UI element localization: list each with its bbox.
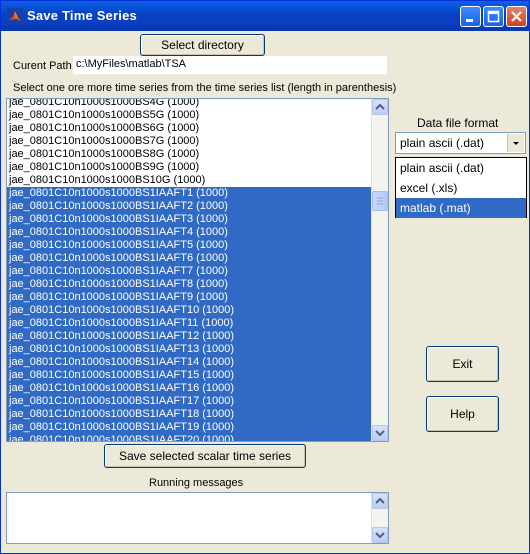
list-item[interactable]: jae_0801C10n1000s1000BS8G (1000) (7, 148, 373, 161)
select-directory-button[interactable]: Select directory (140, 34, 265, 56)
list-item[interactable]: jae_0801C10n1000s1000BS4G (1000) (7, 99, 373, 109)
time-series-listbox[interactable]: jae_0801C10n1000s1000BS4G (1000) jae_0801… (6, 98, 389, 442)
scroll-up-button[interactable] (372, 99, 388, 115)
messages-scroll-down-button[interactable] (372, 527, 388, 543)
arrow-down-icon (375, 430, 385, 437)
grip-icon (377, 197, 383, 205)
list-item[interactable]: jae_0801C10n1000s1000BS1IAAFT11 (1000) (7, 317, 373, 330)
list-item[interactable]: jae_0801C10n1000s1000BS1IAAFT1 (1000) (7, 187, 373, 200)
format-dropdown-button[interactable] (507, 134, 524, 152)
scroll-down-button[interactable] (372, 425, 388, 441)
current-path-field: c:\MyFiles\matlab\TSA (73, 56, 387, 74)
list-item[interactable]: jae_0801C10n1000s1000BS1IAAFT10 (1000) (7, 304, 373, 317)
arrow-up-icon (375, 497, 385, 504)
data-file-format-options[interactable]: plain ascii (.dat) excel (.xls) matlab (.m… (395, 157, 527, 218)
list-item[interactable]: jae_0801C10n1000s1000BS1IAAFT4 (1000) (7, 226, 373, 239)
maximize-button[interactable] (483, 6, 504, 27)
format-option[interactable]: plain ascii (.dat) (396, 158, 526, 178)
list-item[interactable]: jae_0801C10n1000s1000BS1IAAFT6 (1000) (7, 252, 373, 265)
close-icon (511, 11, 522, 22)
list-scrollbar[interactable] (371, 99, 388, 441)
data-file-format-select[interactable]: plain ascii (.dat) (395, 132, 526, 154)
messages-scrollbar[interactable] (371, 493, 388, 543)
format-option[interactable]: matlab (.mat) (396, 198, 526, 218)
help-button[interactable]: Help (426, 396, 499, 432)
list-item[interactable]: jae_0801C10n1000s1000BS1IAAFT19 (1000) (7, 421, 373, 434)
messages-scroll-up-button[interactable] (372, 493, 388, 509)
arrow-up-icon (375, 103, 385, 110)
list-item[interactable]: jae_0801C10n1000s1000BS1IAAFT14 (1000) (7, 356, 373, 369)
maximize-icon (487, 10, 500, 23)
data-file-format-label: Data file format (417, 116, 499, 130)
list-item[interactable]: jae_0801C10n1000s1000BS1IAAFT8 (1000) (7, 278, 373, 291)
exit-button[interactable]: Exit (426, 346, 499, 382)
matlab-logo-icon[interactable] (7, 8, 23, 24)
save-time-series-window: Save Time Series Select directory Curent… (0, 0, 530, 554)
list-item[interactable]: jae_0801C10n1000s1000BS1IAAFT17 (1000) (7, 395, 373, 408)
save-scalar-series-button[interactable]: Save selected scalar time series (104, 444, 306, 468)
running-messages-box[interactable] (6, 492, 389, 544)
list-item[interactable]: jae_0801C10n1000s1000BS1IAAFT15 (1000) (7, 369, 373, 382)
list-item[interactable]: jae_0801C10n1000s1000BS1IAAFT5 (1000) (7, 239, 373, 252)
running-messages-label: Running messages (149, 477, 244, 489)
list-item[interactable]: jae_0801C10n1000s1000BS1IAAFT18 (1000) (7, 408, 373, 421)
list-item[interactable]: jae_0801C10n1000s1000BS1IAAFT20 (1000) (7, 434, 373, 441)
list-item[interactable]: jae_0801C10n1000s1000BS7G (1000) (7, 135, 373, 148)
list-item[interactable]: jae_0801C10n1000s1000BS1IAAFT16 (1000) (7, 382, 373, 395)
arrow-down-icon (375, 532, 385, 539)
list-item[interactable]: jae_0801C10n1000s1000BS9G (1000) (7, 161, 373, 174)
list-item[interactable]: jae_0801C10n1000s1000BS6G (1000) (7, 122, 373, 135)
list-item[interactable]: jae_0801C10n1000s1000BS1IAAFT7 (1000) (7, 265, 373, 278)
format-selected-value: plain ascii (.dat) (400, 136, 485, 150)
list-item[interactable]: jae_0801C10n1000s1000BS1IAAFT13 (1000) (7, 343, 373, 356)
window-title: Save Time Series (27, 8, 137, 23)
close-button[interactable] (506, 6, 527, 27)
list-item[interactable]: jae_0801C10n1000s1000BS1IAAFT9 (1000) (7, 291, 373, 304)
list-item[interactable]: jae_0801C10n1000s1000BS1IAAFT3 (1000) (7, 213, 373, 226)
minimize-button[interactable] (460, 6, 481, 27)
title-bar[interactable]: Save Time Series (1, 1, 529, 31)
list-item[interactable]: jae_0801C10n1000s1000BS1IAAFT2 (1000) (7, 200, 373, 213)
list-item[interactable]: jae_0801C10n1000s1000BS1IAAFT12 (1000) (7, 330, 373, 343)
current-path-label: Curent Path (13, 60, 72, 72)
format-option[interactable]: excel (.xls) (396, 178, 526, 198)
time-series-list: jae_0801C10n1000s1000BS4G (1000) jae_0801… (7, 99, 373, 441)
list-item[interactable]: jae_0801C10n1000s1000BS10G (1000) (7, 174, 373, 187)
scroll-thumb[interactable] (372, 191, 388, 211)
minimize-icon (466, 19, 473, 22)
list-item[interactable]: jae_0801C10n1000s1000BS5G (1000) (7, 109, 373, 122)
list-instruction: Select one ore more time series from the… (13, 82, 397, 94)
dialog-client-area: Select directory Curent Path c:\MyFiles\… (1, 31, 529, 553)
triangle-down-icon (513, 142, 519, 145)
